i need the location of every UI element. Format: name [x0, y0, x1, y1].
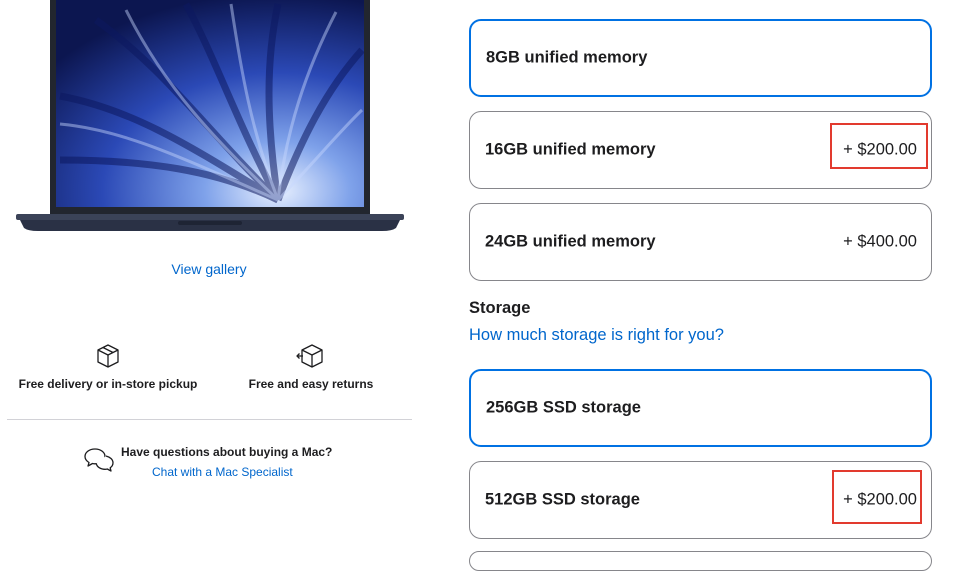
help-section: Have questions about buying a Mac? Chat … — [84, 444, 384, 484]
feature-label: Free delivery or in-store pickup — [18, 377, 198, 391]
option-label: 24GB unified memory — [485, 232, 656, 251]
storage-option-512gb[interactable]: 512GB SSD storage + $200.00 — [469, 461, 932, 539]
view-gallery-link[interactable]: View gallery — [0, 261, 418, 277]
product-image-laptop — [16, 0, 404, 232]
memory-option-16gb[interactable]: 16GB unified memory + $200.00 — [469, 111, 932, 189]
help-question: Have questions about buying a Mac? — [121, 445, 333, 459]
option-price: + $200.00 — [843, 140, 917, 159]
feature-label: Free and easy returns — [248, 377, 374, 391]
chat-bubbles-icon — [84, 448, 114, 472]
memory-option-24gb[interactable]: 24GB unified memory + $400.00 — [469, 203, 932, 281]
chat-specialist-link[interactable]: Chat with a Mac Specialist — [152, 465, 293, 479]
feature-free-returns: Free and easy returns — [211, 343, 411, 391]
option-label: 512GB SSD storage — [485, 490, 640, 509]
storage-heading: Storage — [469, 299, 531, 317]
divider — [7, 419, 412, 420]
option-label: 8GB unified memory — [486, 48, 648, 67]
storage-option-256gb[interactable]: 256GB SSD storage — [469, 369, 932, 447]
storage-option-next[interactable] — [469, 551, 932, 571]
memory-option-8gb[interactable]: 8GB unified memory — [469, 19, 932, 97]
option-price: + $200.00 — [843, 490, 917, 509]
feature-free-delivery: Free delivery or in-store pickup — [8, 343, 208, 391]
option-label: 256GB SSD storage — [486, 398, 641, 417]
option-label: 16GB unified memory — [485, 140, 656, 159]
storage-help-link[interactable]: How much storage is right for you? — [469, 326, 724, 345]
box-icon — [97, 344, 119, 368]
return-box-icon — [296, 344, 323, 368]
option-price: + $400.00 — [843, 232, 917, 251]
